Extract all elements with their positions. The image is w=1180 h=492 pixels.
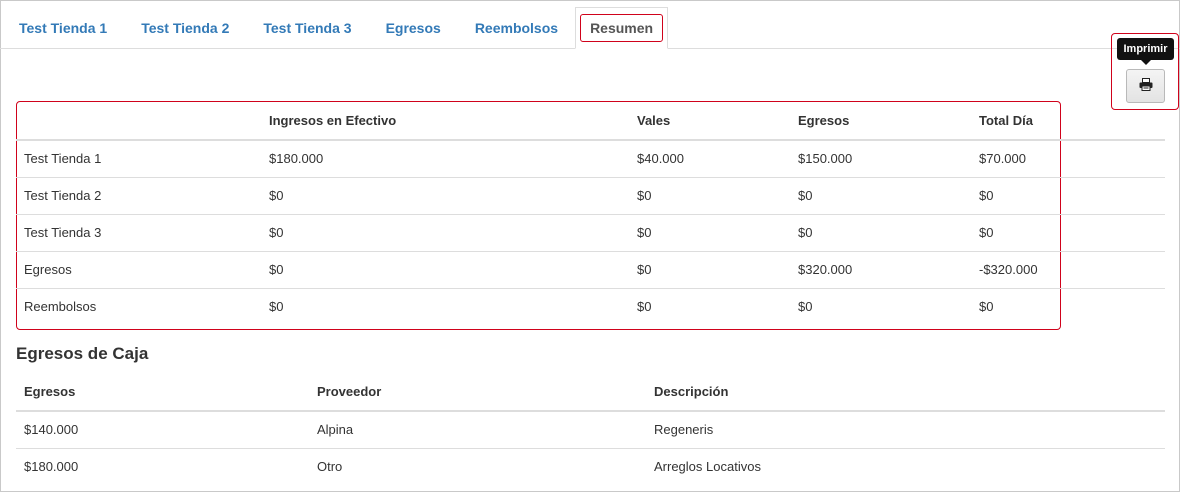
table-cell: $0 <box>790 176 971 214</box>
table-row: $140.000 Alpina Regeneris <box>16 411 1165 448</box>
tab-label: Egresos <box>385 19 441 36</box>
tab-label: Test Tienda 1 <box>19 19 108 36</box>
table-row: Test Tienda 3 $0 $0 $0 $0 <box>16 213 1165 251</box>
tab-label: Test Tienda 3 <box>263 19 352 36</box>
column-header: Total Día <box>971 102 1165 141</box>
table-cell: $0 <box>629 287 790 325</box>
table-cell: $0 <box>790 287 971 325</box>
table-cell: $0 <box>629 250 790 288</box>
tab-label: Reembolsos <box>474 19 559 36</box>
table-cell: $180.000 <box>16 447 309 485</box>
column-header: Vales <box>629 102 790 141</box>
table-cell: $0 <box>261 287 629 325</box>
table-cell: Test Tienda 2 <box>16 176 261 214</box>
tab-resumen[interactable]: Resumen <box>575 7 669 49</box>
table-cell: Regeneris <box>654 422 714 438</box>
print-button[interactable] <box>1126 69 1165 103</box>
column-header: Descripción <box>646 373 1165 412</box>
tooltip-arrow <box>1141 60 1151 65</box>
summary-table: Ingresos en Efectivo Vales Egresos Total… <box>16 102 1165 325</box>
table-cell: $150.000 <box>798 151 853 167</box>
section-title-egresos-de-caja: Egresos de Caja <box>16 344 149 363</box>
table-row: Test Tienda 1 $180.000 $40.000 $150.000 … <box>16 140 1165 177</box>
egresos-caja-table: Egresos Proveedor Descripción $140.000 A… <box>16 373 1165 485</box>
column-header: Egresos <box>16 373 309 412</box>
tab-reembolsos[interactable]: Reembolsos <box>458 7 575 48</box>
table-cell: $0 <box>261 176 629 214</box>
column-header: Proveedor <box>309 373 646 412</box>
table-cell: -$320.000 <box>971 250 1165 288</box>
table-cell: $0 <box>261 213 629 251</box>
table-header-row: Ingresos en Efectivo Vales Egresos Total… <box>16 102 1165 141</box>
table-cell: Egresos <box>16 250 261 288</box>
table-cell: Test Tienda 3 <box>16 213 261 251</box>
column-header <box>16 102 261 141</box>
print-highlight: Imprimir <box>1111 33 1179 110</box>
tab-label: Resumen <box>580 14 664 42</box>
table-cell: $140.000 <box>24 422 79 438</box>
column-header: Egresos <box>790 102 971 141</box>
table-header-row: Egresos Proveedor Descripción <box>16 373 1165 412</box>
table-cell: $0 <box>971 213 1165 251</box>
table-cell: Test Tienda 1 <box>24 151 102 167</box>
table-cell: $40.000 <box>637 151 684 167</box>
table-cell: $0 <box>629 176 790 214</box>
tab-bar: Test Tienda 1 Test Tienda 2 Test Tienda … <box>0 7 1180 49</box>
tab-test-tienda-3[interactable]: Test Tienda 3 <box>246 7 368 48</box>
table-cell: $0 <box>629 213 790 251</box>
table-row: Reembolsos $0 $0 $0 $0 <box>16 287 1165 325</box>
table-cell: $320.000 <box>790 250 971 288</box>
print-tooltip: Imprimir <box>1117 38 1174 60</box>
table-cell: Reembolsos <box>16 287 261 325</box>
table-cell: $0 <box>790 213 971 251</box>
table-row: Test Tienda 2 $0 $0 $0 $0 <box>16 176 1165 214</box>
print-icon <box>1139 78 1153 94</box>
tab-label: Test Tienda 2 <box>141 19 230 36</box>
table-cell: $70.000 <box>979 151 1026 167</box>
table-cell: $0 <box>971 176 1165 214</box>
tab-test-tienda-1[interactable]: Test Tienda 1 <box>2 7 124 48</box>
table-cell: Alpina <box>317 422 354 438</box>
table-cell: Arreglos Locativos <box>646 447 1165 485</box>
table-cell: $0 <box>261 250 629 288</box>
table-cell: Otro <box>309 447 646 485</box>
tab-test-tienda-2[interactable]: Test Tienda 2 <box>124 7 246 48</box>
table-cell: $180.000 <box>269 151 324 167</box>
column-header: Ingresos en Efectivo <box>261 102 629 141</box>
table-cell: $0 <box>971 287 1165 325</box>
tab-egresos[interactable]: Egresos <box>369 7 458 48</box>
table-row: $180.000 Otro Arreglos Locativos <box>16 447 1165 485</box>
table-row: Egresos $0 $0 $320.000 -$320.000 <box>16 250 1165 288</box>
